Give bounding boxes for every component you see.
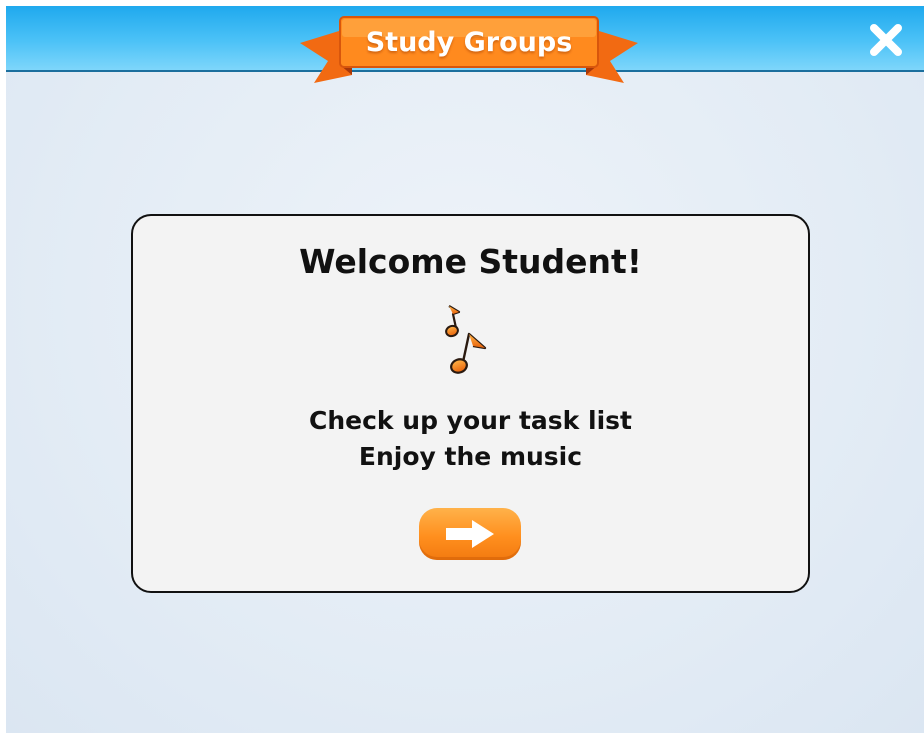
- page-title: Study Groups: [365, 27, 573, 58]
- title-ribbon: Study Groups: [300, 13, 638, 85]
- close-icon: [870, 24, 902, 56]
- continue-button[interactable]: [419, 508, 521, 560]
- message-line-1: Check up your task list: [309, 406, 632, 435]
- message-line-2: Enjoy the music: [358, 442, 583, 471]
- welcome-dialog: Welcome Student! Check up your task list…: [131, 214, 810, 593]
- close-button[interactable]: [866, 20, 906, 60]
- arrow-right-icon: [446, 520, 494, 548]
- app-frame: Study Groups Welcome Student! Check up y…: [6, 6, 924, 733]
- dialog-title: Welcome Student!: [299, 242, 642, 281]
- music-notes-icon: [439, 304, 499, 380]
